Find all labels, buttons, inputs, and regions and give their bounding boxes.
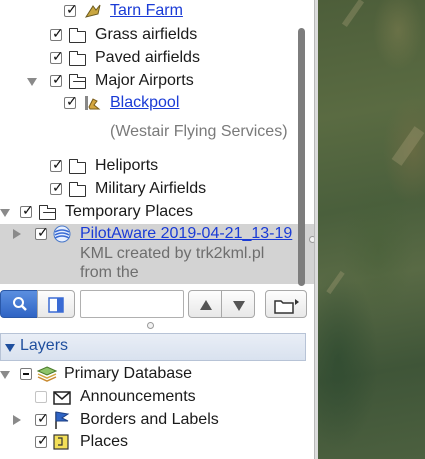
grass-airfields-checkbox[interactable]: ✓ — [50, 25, 64, 41]
borders-and-labels-label: Borders and Labels — [80, 411, 219, 428]
grass-airfields-label: Grass airfields — [95, 26, 198, 43]
satellite-map-view[interactable] — [318, 0, 425, 459]
paved-airfields-checkbox[interactable]: ✓ — [50, 48, 64, 64]
military-airfields-checkbox[interactable]: ✓ — [50, 179, 64, 195]
tree-item-grass-airfields[interactable]: ✓ Grass airfields — [0, 24, 300, 46]
major-airports-checkbox[interactable]: ✓ — [50, 71, 64, 87]
temporary-places-label: Temporary Places — [65, 203, 194, 220]
blackpool-checkbox[interactable]: ✓ — [64, 93, 78, 109]
tree-item-blackpool[interactable]: ✓ Blackpool — [0, 92, 300, 114]
announcements-label: Announcements — [80, 388, 196, 405]
flag-icon — [53, 410, 71, 430]
collapse-triangle-icon[interactable] — [13, 229, 21, 239]
places-checkbox[interactable]: ✓ — [35, 432, 49, 448]
blackpool-link[interactable]: Blackpool — [110, 92, 179, 114]
folder-icon — [68, 159, 86, 174]
folder-icon — [68, 51, 86, 66]
tarn-farm-link[interactable]: Tarn Farm — [110, 0, 183, 22]
panel-toggle-button[interactable] — [37, 290, 75, 318]
tree-item-military-airfields[interactable]: ✓ Military Airfields — [0, 178, 300, 200]
tree-item-paved-airfields[interactable]: ✓ Paved airfields — [0, 47, 300, 69]
paved-airfields-label: Paved airfields — [95, 49, 200, 66]
folder-icon — [68, 182, 86, 197]
tree-item-tarn-farm[interactable]: ✓ Tarn Farm — [0, 0, 300, 22]
heliports-checkbox[interactable]: ✓ — [50, 156, 64, 172]
expand-triangle-icon[interactable] — [0, 371, 10, 379]
places-search-input[interactable] — [80, 290, 184, 318]
blackpool-description: (Westair Flying Services) — [0, 121, 310, 143]
primary-database-checkbox[interactable] — [20, 368, 32, 380]
tree-item-heliports[interactable]: ✓ Heliports — [0, 155, 300, 177]
layer-item-borders-and-labels[interactable]: ✓ Borders and Labels — [0, 409, 300, 431]
announcements-checkbox[interactable] — [35, 391, 47, 403]
open-folder-icon — [38, 205, 56, 220]
places-label-icon — [53, 434, 69, 450]
pilotaware-description-line2-text: from the — [80, 264, 139, 281]
major-airports-label: Major Airports — [95, 72, 194, 89]
tarn-farm-checkbox[interactable]: ✓ — [64, 1, 78, 17]
borders-and-labels-checkbox[interactable]: ✓ — [35, 410, 49, 426]
places-toolbar — [0, 289, 314, 323]
primary-database-label: Primary Database — [64, 365, 193, 382]
places-layer-label: Places — [80, 433, 129, 450]
search-mode-button[interactable] — [0, 290, 38, 318]
expand-triangle-icon[interactable] — [0, 209, 10, 217]
layers-header[interactable]: Layers — [0, 333, 306, 361]
layer-item-places[interactable]: ✓ Places — [0, 431, 300, 453]
magnifier-icon — [12, 296, 28, 317]
places-panel: ✓ Tarn Farm ✓ Grass airfields ✓ Paved ai… — [0, 0, 314, 459]
move-up-button[interactable] — [188, 290, 222, 318]
pilotaware-link[interactable]: PilotAware 2019-04-21_13-19 — [80, 223, 292, 245]
folder-icon — [68, 28, 86, 43]
blackpool-description-text: (Westair Flying Services) — [110, 123, 288, 140]
open-folder-icon — [68, 74, 86, 89]
tree-item-temporary-places[interactable]: ✓ Temporary Places — [0, 201, 300, 223]
arrow-down-icon — [232, 299, 246, 317]
layer-item-announcements[interactable]: Announcements — [0, 386, 300, 408]
envelope-icon — [53, 390, 71, 405]
arrow-up-icon — [199, 298, 213, 316]
collapse-triangle-icon[interactable] — [13, 415, 21, 425]
temporary-places-checkbox[interactable]: ✓ — [20, 202, 34, 218]
pilotaware-description-line2: from the — [0, 262, 310, 284]
layer-item-primary-database[interactable]: Primary Database — [0, 363, 300, 385]
tree-item-pilotaware[interactable]: ✓ PilotAware 2019-04-21_13-19 — [0, 223, 310, 245]
airport-icon — [82, 93, 102, 113]
military-airfields-label: Military Airfields — [95, 180, 207, 197]
folder-menu-icon — [274, 298, 300, 319]
layers-stack-icon — [36, 365, 58, 383]
move-down-button[interactable] — [221, 290, 255, 318]
add-folder-button[interactable] — [265, 290, 307, 318]
map-terrain-feature — [341, 0, 365, 28]
expand-triangle-icon[interactable] — [27, 78, 37, 86]
placemark-icon — [84, 2, 102, 20]
map-terrain-feature — [326, 270, 345, 295]
kml-track-icon — [53, 225, 71, 243]
panel-split-grip[interactable] — [147, 322, 154, 329]
pilotaware-checkbox[interactable]: ✓ — [35, 224, 49, 240]
sidebar-panel-icon — [48, 297, 64, 318]
layers-header-label: Layers — [20, 337, 69, 354]
heliports-label: Heliports — [95, 157, 159, 174]
tree-item-major-airports[interactable]: ✓ Major Airports — [0, 70, 300, 92]
places-scrollbar[interactable] — [298, 28, 305, 286]
map-terrain-feature — [391, 126, 425, 166]
expand-triangle-icon — [5, 344, 15, 352]
